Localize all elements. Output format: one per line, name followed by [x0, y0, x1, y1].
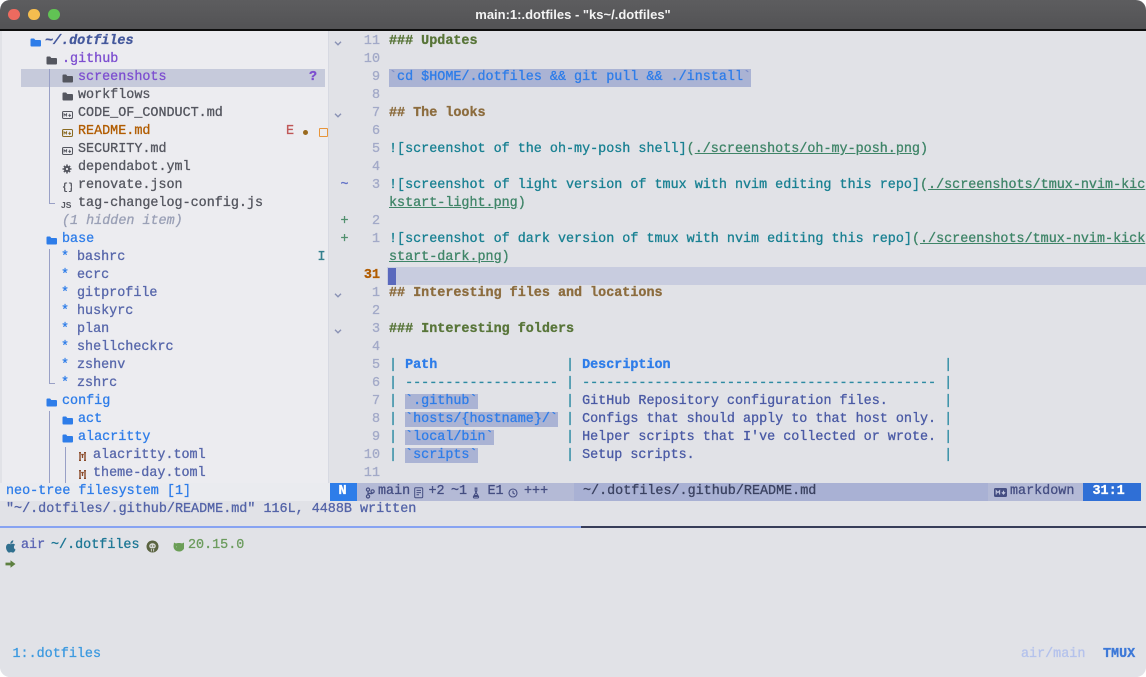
svg-text:JS: JS — [61, 200, 72, 210]
svg-text:{}: {} — [62, 182, 72, 192]
